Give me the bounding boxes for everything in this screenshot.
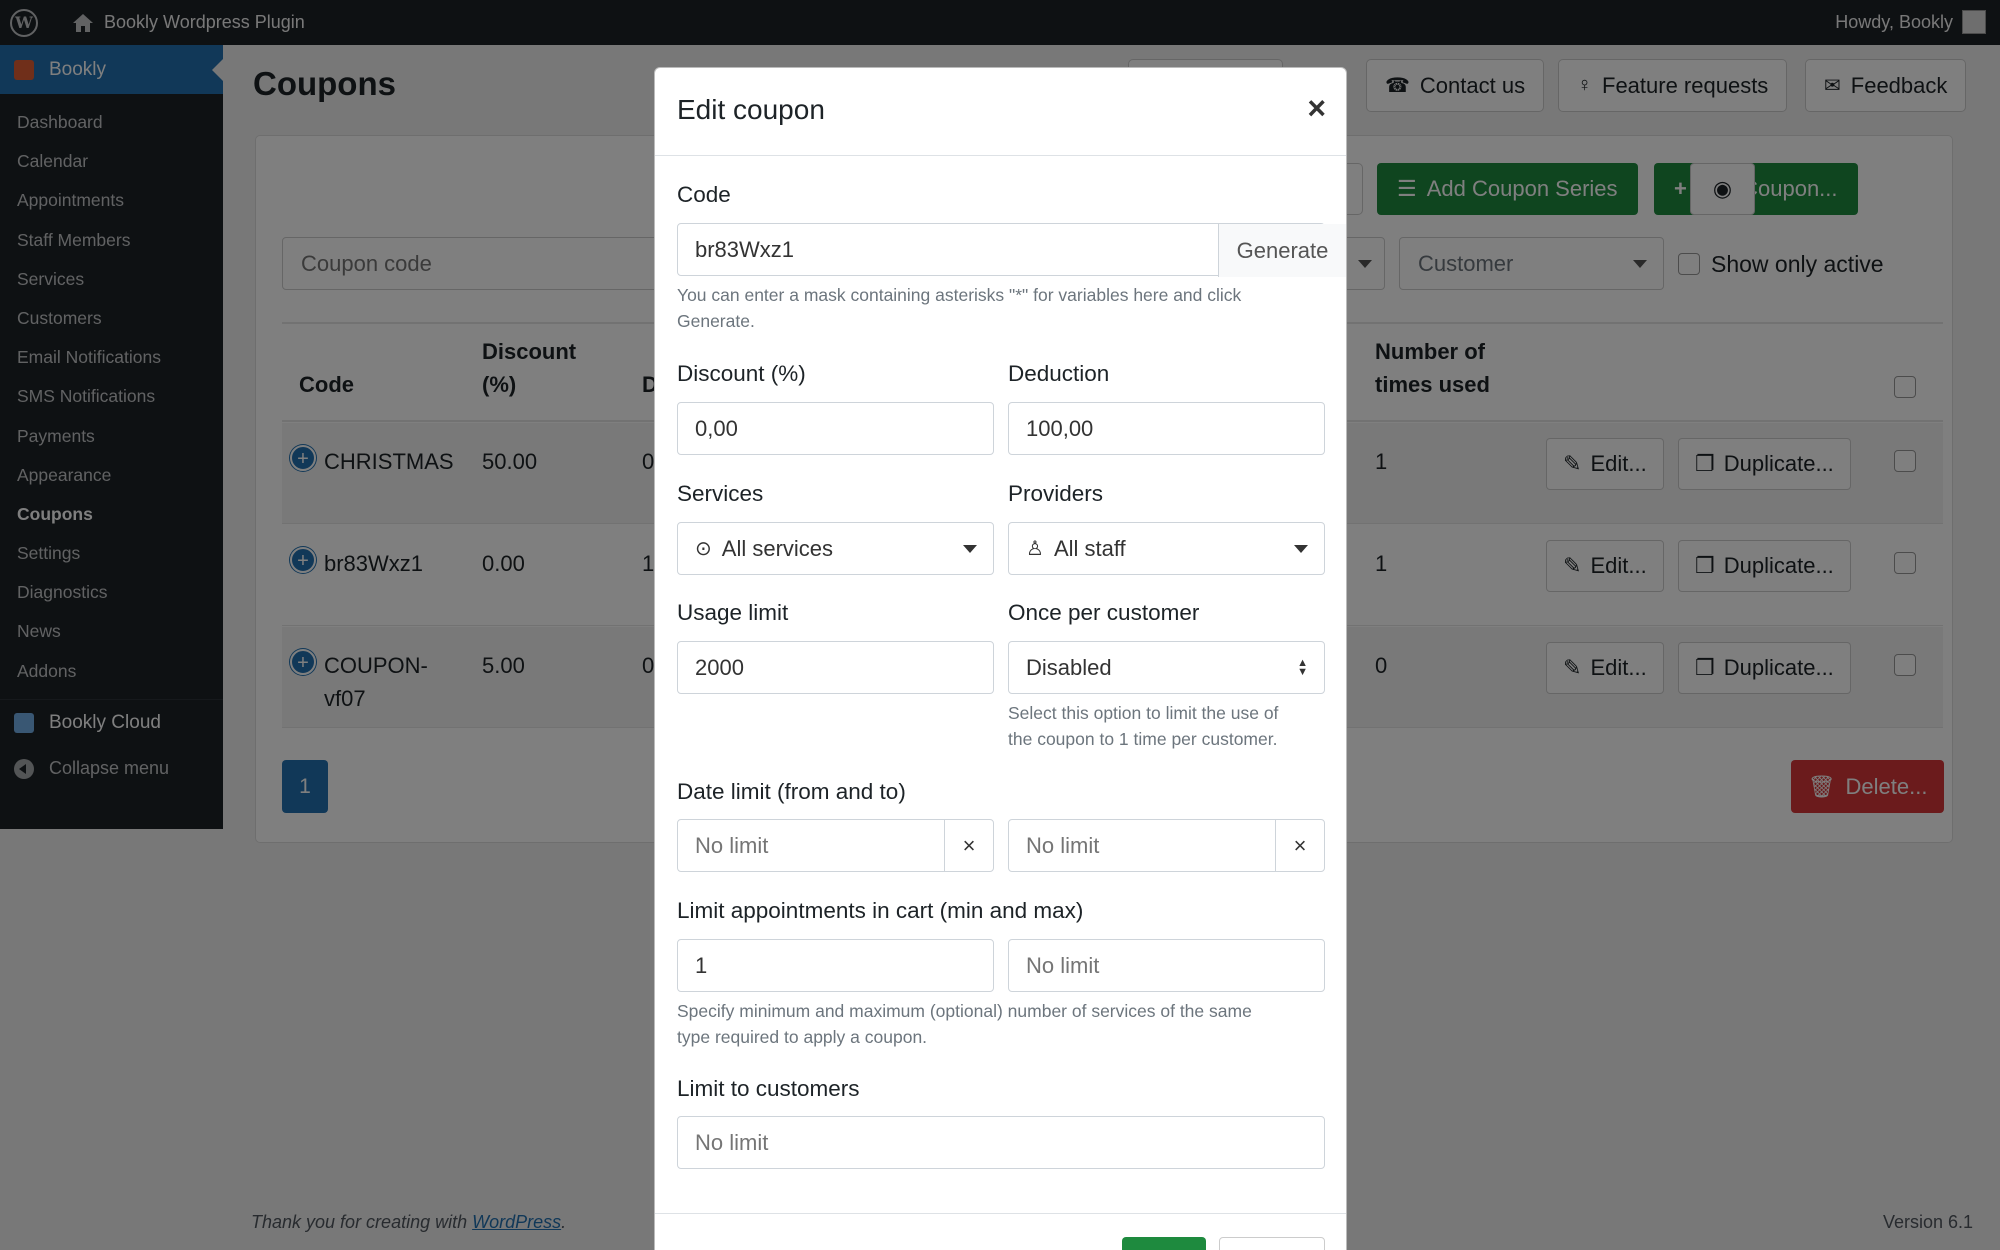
providers-value: All staff [1053,535,1126,561]
limit-customers-select[interactable]: No limit [677,1116,1325,1169]
discount-label: Discount (%) [677,361,806,386]
providers-label: Providers [1008,481,1104,506]
date-to-input[interactable]: No limit × [1008,819,1325,872]
cart-limit-label: Limit appointments in cart (min and max) [677,898,1084,923]
clear-date-to-button[interactable]: × [1275,820,1324,871]
edit-coupon-modal: Edit coupon × Code br83Wxz1 Generate You… [654,67,1347,1250]
deduction-input[interactable]: 100,00 [1008,402,1325,455]
code-help-line-2: Generate. [677,311,755,331]
once-per-customer-select[interactable]: Disabled ▲ ▼ [1008,641,1325,694]
cart-help-line-1: Specify minimum and maximum (optional) n… [677,1001,1252,1021]
cancel-button[interactable] [1219,1237,1325,1250]
deduction-label: Deduction [1008,361,1110,386]
cart-min-input[interactable]: 1 [677,939,994,992]
once-help-line-1: Select this option to limit the use of [1008,703,1279,723]
dot-circle-icon: ⊙ [695,538,712,560]
chevron-down-icon [1294,545,1308,553]
modal-title: Edit coupon [677,94,825,125]
limit-customers-label: Limit to customers [677,1076,860,1101]
code-help-line-1: You can enter a mask containing asterisk… [677,285,1242,305]
code-label: Code [677,182,731,207]
generate-button[interactable]: Generate [1218,224,1346,277]
save-button[interactable] [1122,1237,1206,1250]
clear-date-from-button[interactable]: × [944,820,993,871]
usage-limit-label: Usage limit [677,600,789,625]
select-arrows-icon: ▲ ▼ [1297,657,1308,678]
close-icon[interactable]: × [1307,92,1326,124]
services-dropdown[interactable]: ⊙ All services [677,522,994,575]
modal-footer [655,1213,1346,1250]
code-input-group: br83Wxz1 Generate [677,223,1346,277]
modal-header: Edit coupon × [655,68,1346,156]
date-from-input[interactable]: No limit × [677,819,994,872]
chevron-down-icon [963,545,977,553]
providers-dropdown[interactable]: ♙ All staff [1008,522,1325,575]
cart-max-input[interactable]: No limit [1008,939,1325,992]
once-help-line-2: the coupon to 1 time per customer. [1008,729,1278,749]
discount-input[interactable]: 0,00 [677,402,994,455]
user-icon: ♙ [1026,538,1044,560]
services-value: All services [721,535,834,561]
date-limit-label: Date limit (from and to) [677,779,906,804]
cart-help-line-2: type required to apply a coupon. [677,1027,928,1047]
date-to-placeholder: No limit [1026,832,1100,858]
usage-limit-input[interactable]: 2000 [677,641,994,694]
once-per-customer-label: Once per customer [1008,600,1200,625]
date-from-placeholder: No limit [695,832,769,858]
once-per-customer-value: Disabled [1026,654,1112,680]
services-label: Services [677,481,764,506]
code-input[interactable]: br83Wxz1 [695,237,794,263]
